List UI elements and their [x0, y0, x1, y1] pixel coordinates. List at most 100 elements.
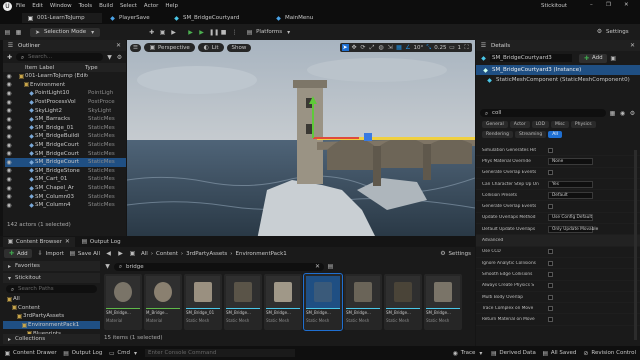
asset-search[interactable]: ⌕ bridge ✕	[114, 262, 324, 271]
maximize-button[interactable]: ❐	[606, 2, 611, 8]
property-checkbox[interactable]	[548, 305, 553, 311]
breadcrumb-item[interactable]: All	[141, 251, 148, 257]
save-icon[interactable]: ▤	[4, 29, 11, 36]
outliner-row[interactable]: ◉ ◆ SM_Chapel_Ar StaticMes	[5, 184, 126, 193]
eye-icon[interactable]: ◉	[619, 110, 626, 117]
filter-tab-misc[interactable]: Misc	[550, 120, 569, 128]
visibility-eye-icon[interactable]: ◉	[5, 107, 13, 114]
breadcrumb-item[interactable]: Content	[156, 251, 178, 257]
folder-tree-item[interactable]: ▣ Content	[3, 304, 100, 313]
filter-tab-physics[interactable]: Physics	[570, 120, 596, 128]
filter-tab-all[interactable]: All	[548, 130, 562, 138]
add-icon[interactable]: ✚	[6, 54, 13, 61]
property-dropdown[interactable]: Only Update Movable	[548, 225, 598, 233]
folder-tree-item[interactable]: ▣ EnvironmentPack1	[3, 320, 100, 330]
cb-save-all-button[interactable]: ▤ Save All	[69, 250, 100, 257]
cb-add-button[interactable]: ✚ Add	[4, 249, 32, 258]
property-checkbox[interactable]	[548, 147, 553, 153]
breadcrumb-item[interactable]: EnvironmentPack1	[235, 251, 286, 257]
tab-content-browser[interactable]: ▣ Content Browser ✕	[3, 236, 75, 247]
content-icon[interactable]: ▦	[15, 29, 22, 36]
outliner-row[interactable]: ◉ ◆ SM_BridgeCourt StaticMes	[5, 157, 126, 167]
add-actor-icon[interactable]: ✚	[148, 29, 155, 36]
asset-tile[interactable]: SM_Bridge... Static Mesh	[384, 274, 422, 330]
selection-mode-button[interactable]: ➤ Selection Mode ▾	[30, 27, 101, 37]
scale-snap-value[interactable]: 0.25	[434, 45, 446, 51]
visibility-eye-icon[interactable]: ◉	[5, 142, 13, 149]
filter-tab-streaming[interactable]: Streaming	[514, 130, 547, 138]
outliner-col-item[interactable]: Item Label	[17, 65, 85, 71]
gizmo-z-handle[interactable]	[364, 133, 372, 141]
camera-speed-icon[interactable]: ▭	[449, 44, 456, 51]
visibility-eye-icon[interactable]: ◉	[5, 185, 13, 192]
tab-mainmenu[interactable]: ◆ MainMenu	[270, 13, 330, 23]
show-button[interactable]: Show	[226, 43, 252, 52]
back-icon[interactable]: ◀	[105, 250, 112, 257]
outliner-row[interactable]: ◉ ◆ SM_Column4 StaticMes	[5, 201, 126, 210]
surface-snap-icon[interactable]: ⇲	[387, 44, 394, 51]
viewport-options-button[interactable]: ☰	[130, 43, 141, 52]
search-paths[interactable]: ⌕ Search Paths	[6, 285, 97, 293]
outliner-row[interactable]: ◉ ◆ SM_BridgeBuildi StaticMes	[5, 132, 126, 141]
rotation-snap-value[interactable]: 10°	[414, 45, 424, 51]
filter-tab-actor[interactable]: Actor	[509, 120, 530, 128]
save-search-icon[interactable]: ▤	[327, 263, 334, 270]
outliner-row[interactable]: ◉ ◆ SM_Bridge_01 StaticMes	[5, 124, 126, 133]
filter-tab-general[interactable]: General	[482, 120, 508, 128]
more-options-icon[interactable]: ⋮	[231, 29, 238, 36]
play-icon[interactable]: ▶	[187, 29, 194, 36]
forward-icon[interactable]: ▶	[117, 250, 124, 257]
visibility-eye-icon[interactable]: ◉	[5, 167, 13, 174]
component-row[interactable]: ◆ StaticMeshComponent (StaticMeshCompone…	[476, 75, 640, 85]
outliner-row[interactable]: ◉ ▣ Environment	[5, 81, 126, 90]
details-search[interactable]: ⌕ coll	[480, 109, 606, 117]
rotation-snap-icon[interactable]: ∠	[405, 44, 412, 51]
filter-tab-rendering[interactable]: Rendering	[482, 130, 513, 138]
visibility-eye-icon[interactable]: ◉	[5, 81, 13, 88]
outliner-row[interactable]: ◉ ▣ 001-LearnToJump (Editor)	[5, 72, 126, 81]
asset-tile[interactable]: SM_Bridge... Static Mesh	[344, 274, 382, 330]
property-dropdown[interactable]: None	[548, 157, 593, 165]
menu-select[interactable]: Select	[120, 3, 137, 9]
outliner-row[interactable]: ◉ ◆ SM_Column03 StaticMes	[5, 192, 126, 201]
instance-row[interactable]: ◆ SM_BridgeCourtyard3 (Instance)	[476, 65, 640, 75]
outliner-row[interactable]: ◉ ◆ SM_Cart_01 StaticMes	[5, 175, 126, 184]
menu-help[interactable]: Help	[165, 3, 178, 9]
outliner-row[interactable]: ◉ ◆ SkyLight2 SkyLight	[5, 106, 126, 115]
tab-level[interactable]: ▣ 001-LearnToJump	[22, 13, 102, 23]
collections-header[interactable]: ▸ Collections	[3, 334, 100, 344]
visibility-eye-icon[interactable]: ◉	[5, 176, 13, 183]
visibility-eye-icon[interactable]: ◉	[5, 90, 13, 97]
favorites-header[interactable]: ▸ Favorites	[3, 261, 100, 271]
revision-control-button[interactable]: ⊘ Revision Control	[582, 350, 636, 357]
property-dropdown[interactable]: Use Config Default	[548, 214, 593, 222]
property-checkbox[interactable]	[548, 294, 553, 300]
scale-tool-icon[interactable]: ⤢	[369, 44, 376, 51]
platforms-button[interactable]: ▤ Platforms ▾	[246, 29, 292, 36]
property-checkbox[interactable]	[548, 283, 553, 289]
close-icon[interactable]: ✕	[115, 42, 122, 49]
property-dropdown[interactable]: Default	[548, 191, 593, 199]
camera-speed-value[interactable]: 1	[458, 45, 462, 51]
visibility-eye-icon[interactable]: ◉	[5, 193, 13, 200]
filter-icon[interactable]: ▼	[106, 54, 113, 61]
visibility-eye-icon[interactable]: ◉	[5, 99, 13, 106]
close-button[interactable]: ✕	[624, 2, 629, 8]
move-tool-icon[interactable]: ✥	[351, 44, 358, 51]
select-tool-icon[interactable]: ➤	[341, 44, 349, 51]
cb-import-button[interactable]: ⇩ Import	[37, 250, 64, 257]
maximize-viewport-icon[interactable]: ⛶	[463, 44, 470, 51]
cmd-button[interactable]: ▭ Cmd ▾	[108, 350, 139, 357]
tab-output-log[interactable]: ▤ Output Log	[77, 237, 125, 247]
clear-search-icon[interactable]: ✕	[314, 263, 321, 270]
property-checkbox[interactable]	[548, 204, 553, 210]
menu-window[interactable]: Window	[50, 3, 72, 9]
breadcrumb-item[interactable]: 3rdPartyAssets	[186, 251, 227, 257]
scale-snap-icon[interactable]: ⤡	[425, 44, 432, 51]
gear-icon[interactable]: ⚙	[116, 54, 123, 61]
content-drawer-button[interactable]: ▣ Content Drawer	[4, 350, 57, 357]
tab-playersave[interactable]: ◆ PlayerSave	[104, 13, 166, 23]
outliner-row[interactable]: ◉ ◆ SM_BridgeCourt StaticMes	[5, 149, 126, 158]
visibility-eye-icon[interactable]: ◉	[5, 133, 13, 140]
outliner-row[interactable]: ◉ ◆ SM_BridgeStone StaticMes	[5, 167, 126, 176]
